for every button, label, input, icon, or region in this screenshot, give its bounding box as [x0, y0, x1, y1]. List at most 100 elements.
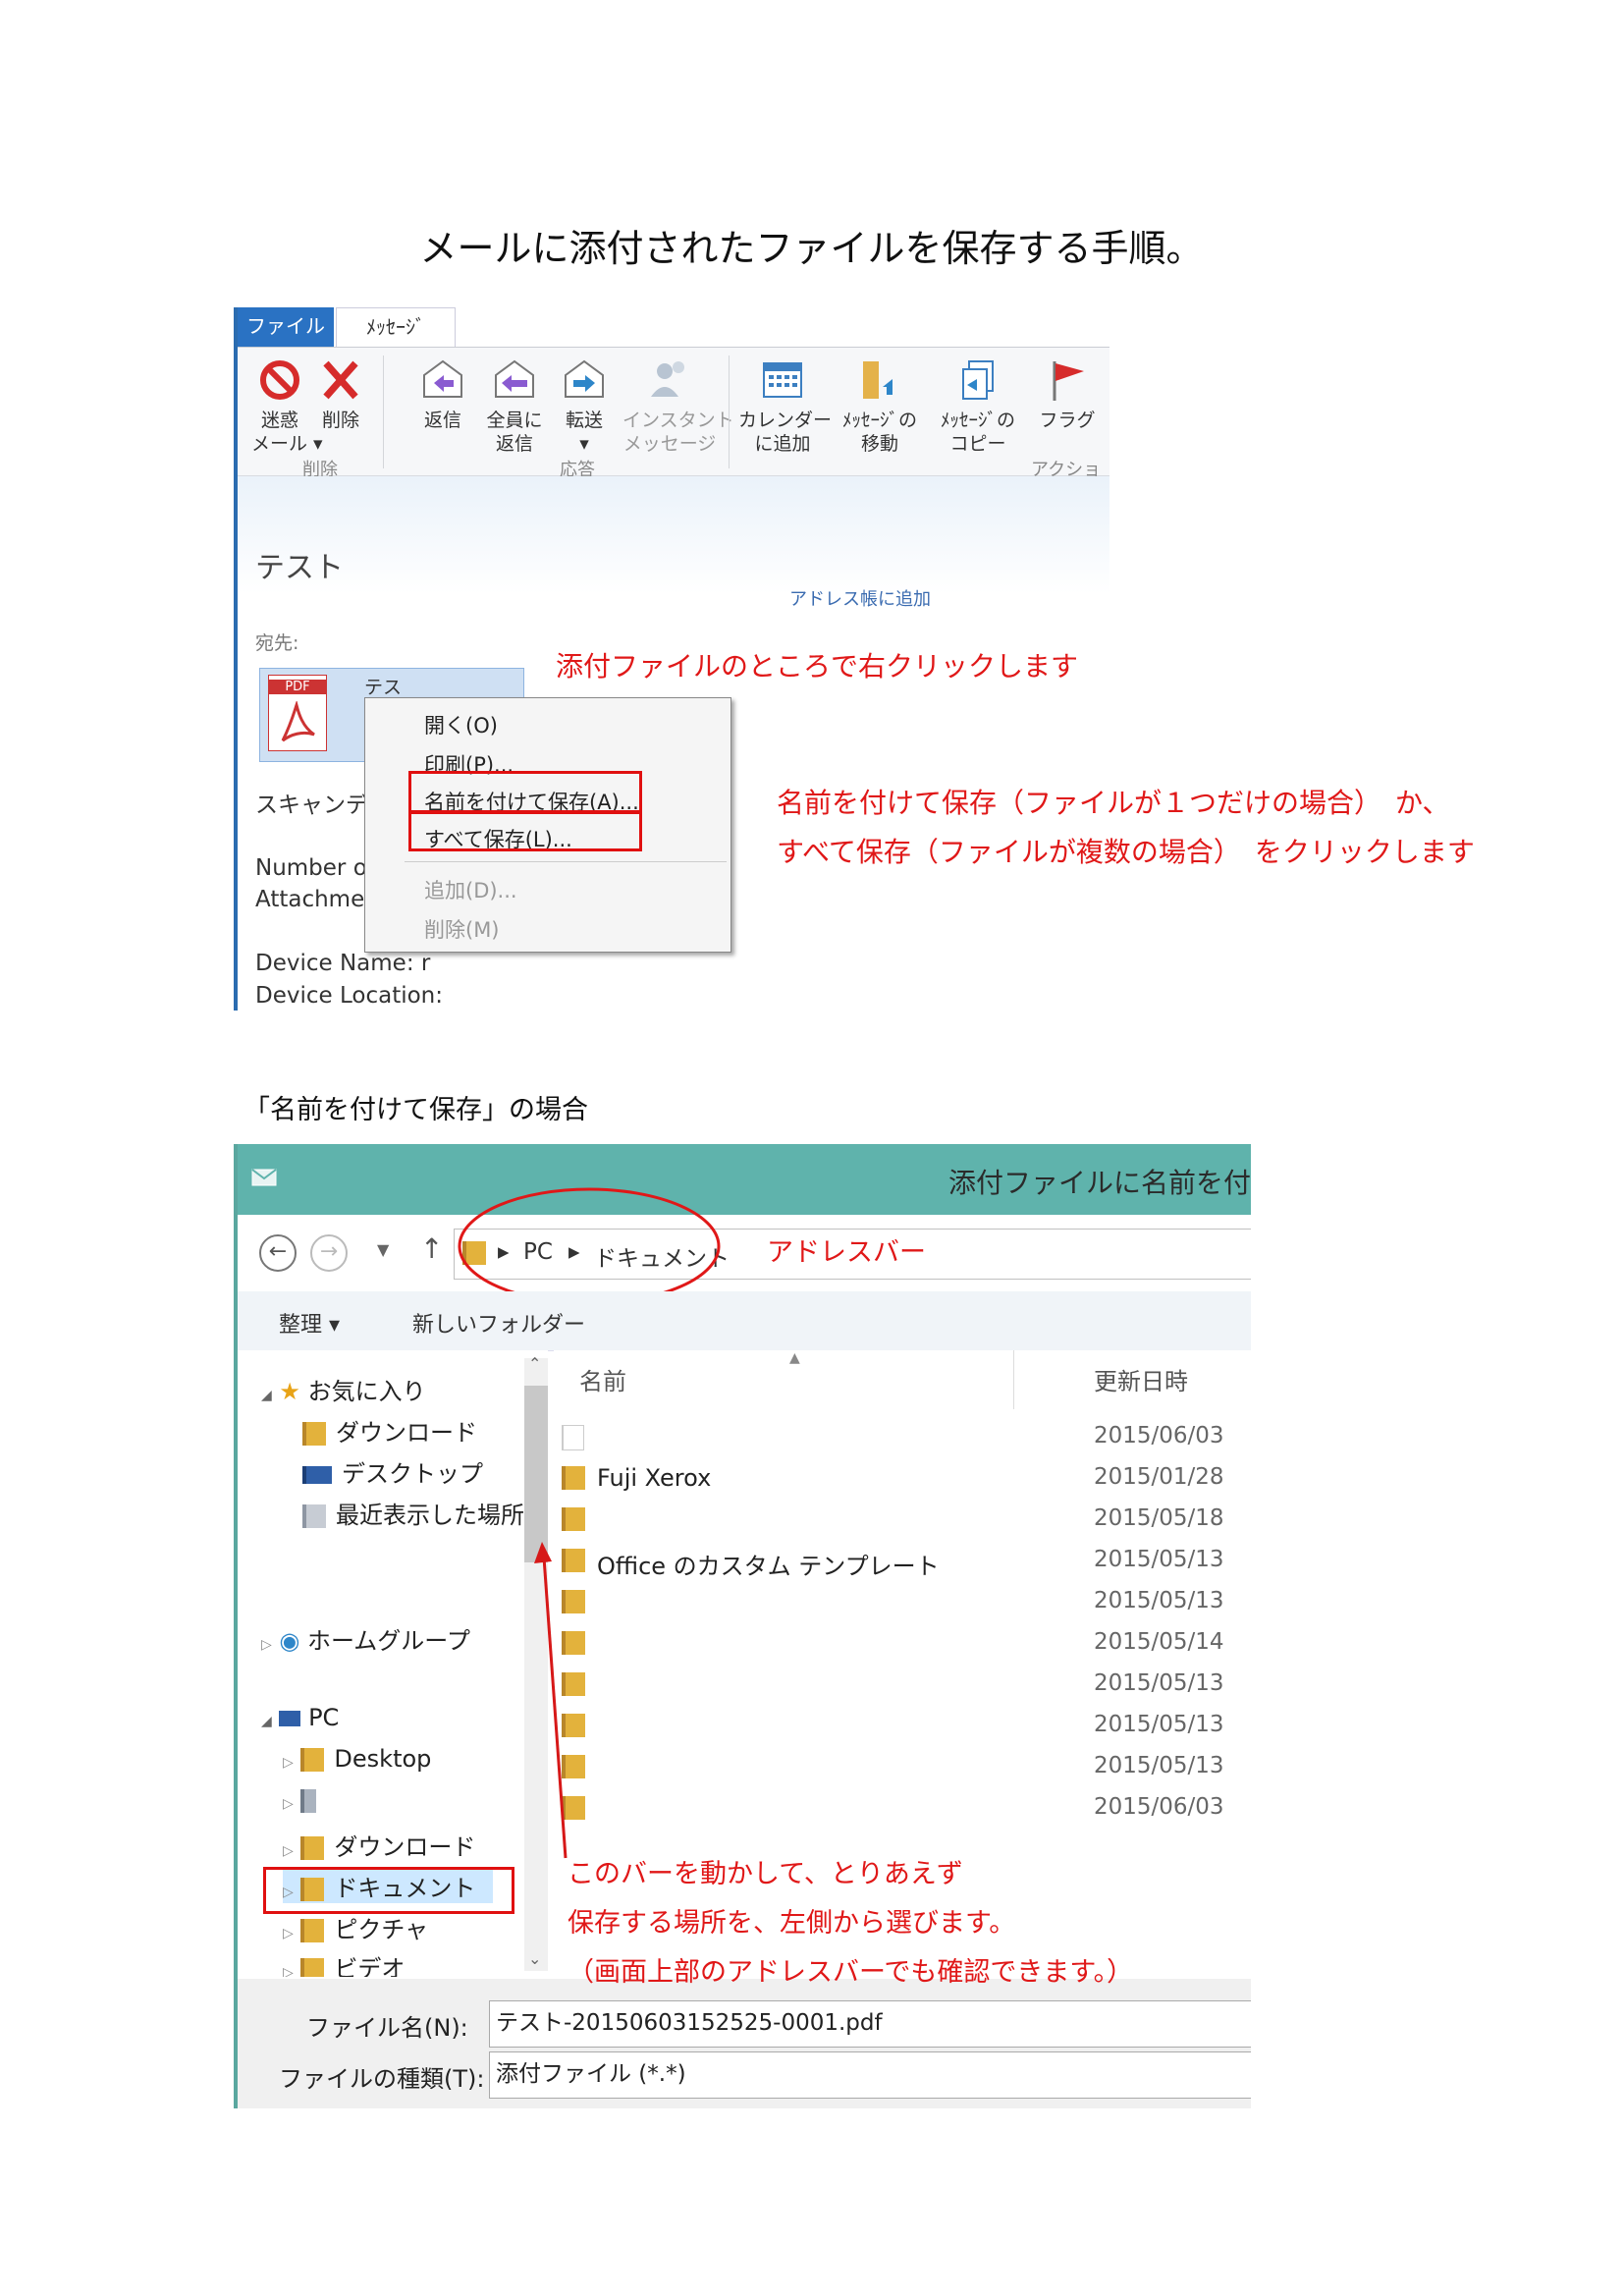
- highlight-save-all: [408, 810, 642, 851]
- nav-desktop2[interactable]: ▷ Desktop: [283, 1745, 431, 1773]
- file-date: 2015/05/18: [1094, 1505, 1224, 1531]
- file-row[interactable]: 2015/05/13: [554, 1708, 1241, 1743]
- column-date[interactable]: 更新日時: [1094, 1362, 1188, 1396]
- add-calendar-button[interactable]: カレンダー に追加: [738, 357, 832, 456]
- copy-message-button[interactable]: ﾒｯｾｰｼﾞの コピー: [931, 357, 1025, 456]
- column-name[interactable]: 名前: [579, 1362, 626, 1396]
- calendar-icon: [763, 362, 802, 398]
- file-row[interactable]: 2015/05/14: [554, 1625, 1241, 1661]
- nav-homegroup-label: ホームグループ: [307, 1627, 470, 1655]
- scroll-up-icon[interactable]: ⌃: [528, 1354, 541, 1373]
- nav-pictures[interactable]: ▷ ピクチャ: [283, 1910, 428, 1944]
- move-message-button[interactable]: ﾒｯｾｰｼﾞの 移動: [833, 357, 927, 456]
- nav-pc[interactable]: ◢ PC: [261, 1704, 339, 1731]
- body-line: スキャンデ: [255, 793, 368, 818]
- folder-icon: [562, 1466, 585, 1490]
- filename-input[interactable]: テスト-20150603152525-0001.pdf: [489, 2000, 1251, 2048]
- scroll-down-icon[interactable]: ⌄: [528, 1949, 541, 1968]
- menu-add[interactable]: 追加(D)...: [424, 875, 517, 904]
- up-arrow-icon[interactable]: ↑: [420, 1232, 443, 1265]
- pdf-icon: PDF: [268, 675, 327, 751]
- videos-folder-icon: [300, 1958, 325, 1977]
- instant-message-button[interactable]: インスタント メッセージ: [622, 357, 734, 456]
- nav-favorites-label: お気に入り: [307, 1378, 426, 1405]
- folder-move-icon: [863, 361, 893, 399]
- nav-downloads2[interactable]: ▷ ダウンロード: [283, 1828, 475, 1862]
- nav-videos[interactable]: ▷ ビデオ: [283, 1949, 405, 1977]
- star-icon: ★: [279, 1378, 300, 1405]
- note-scroll-line2: 保存する場所を、左側から選びます。: [568, 1908, 1016, 1939]
- nav-downloads2-label: ダウンロード: [334, 1833, 476, 1861]
- highlight-documents: [263, 1867, 514, 1914]
- body-line: Device Name: r: [255, 951, 431, 976]
- reply-all-label: 全員に 返信: [486, 410, 543, 455]
- calendar-label: カレンダー に追加: [738, 410, 833, 455]
- instant-label: インスタント メッセージ: [622, 410, 734, 455]
- file-date: 2015/05/13: [1094, 1753, 1224, 1778]
- desktop-folder-icon: [300, 1748, 325, 1772]
- file-date: 2015/05/13: [1094, 1588, 1224, 1613]
- reply-label: 返信: [423, 410, 461, 431]
- tab-file[interactable]: ファイル: [238, 307, 334, 347]
- group-separator: [729, 355, 730, 468]
- nav-favorites[interactable]: ◢ ★ お気に入り: [261, 1372, 426, 1406]
- body-line: Number o: [255, 855, 367, 881]
- acrobat-icon: [281, 701, 315, 742]
- copy-icon: [962, 360, 994, 400]
- filetype-select[interactable]: 添付ファイル (*.*): [489, 2051, 1251, 2099]
- menu-delete[interactable]: 削除(M): [424, 914, 500, 944]
- file-name: Office のカスタム テンプレート: [597, 1553, 940, 1580]
- junk-button[interactable]: 迷惑 メール ▾: [251, 357, 323, 456]
- nav-network-drive[interactable]: ▷: [283, 1786, 326, 1814]
- menu-separator: [405, 861, 727, 862]
- nav-homegroup[interactable]: ▷ ◉ ホームグループ: [261, 1621, 470, 1656]
- new-folder-button[interactable]: 新しいフォルダー: [412, 1307, 585, 1339]
- back-icon[interactable]: ←: [259, 1234, 297, 1272]
- navigation-bar: ← → ▼ ↑ ▸ PC ▸ ドキュメント: [238, 1215, 1251, 1291]
- file-row[interactable]: 2015/05/13: [554, 1584, 1241, 1619]
- file-row[interactable]: 2015/05/13: [554, 1667, 1241, 1702]
- file-row[interactable]: 2015/06/03: [554, 1419, 1241, 1454]
- reply-button[interactable]: 返信: [414, 357, 471, 432]
- file-row[interactable]: 2015/06/03: [554, 1790, 1241, 1826]
- file-date: 2015/05/13: [1094, 1547, 1224, 1572]
- file-row[interactable]: Office のカスタム テンプレート 2015/05/13: [554, 1543, 1241, 1580]
- nav-desktop2-label: Desktop: [334, 1745, 432, 1773]
- block-icon: [260, 360, 299, 400]
- body-line: Device Location:: [255, 983, 443, 1009]
- nav-recent[interactable]: 最近表示した場所: [302, 1496, 524, 1530]
- nav-desktop[interactable]: デスクトップ: [302, 1454, 483, 1489]
- nav-downloads[interactable]: ダウンロード: [302, 1413, 477, 1448]
- copy-label: ﾒｯｾｰｼﾞの コピー: [940, 410, 1015, 455]
- downloads-folder-icon: [302, 1422, 326, 1446]
- file-row[interactable]: 2015/05/13: [554, 1749, 1241, 1784]
- file-date: 2015/06/03: [1094, 1794, 1224, 1820]
- nav-downloads-label: ダウンロード: [336, 1419, 477, 1447]
- downloads-folder-icon: [300, 1836, 325, 1860]
- page-title: メールに添付されたファイルを保存する手順。: [419, 227, 1204, 270]
- recent-dropdown-icon[interactable]: ▼: [377, 1240, 389, 1259]
- file-date: 2015/06/03: [1094, 1423, 1224, 1449]
- file-date: 2015/01/28: [1094, 1464, 1224, 1490]
- nav-recent-label: 最近表示した場所: [336, 1502, 524, 1529]
- delete-x-icon: [323, 360, 358, 400]
- flag-button[interactable]: フラグ: [1033, 357, 1102, 432]
- menu-open[interactable]: 開く(O): [424, 710, 498, 739]
- nav-pc-label: PC: [308, 1704, 340, 1731]
- forward-nav-icon[interactable]: →: [310, 1234, 348, 1272]
- filename-label: ファイル名(N):: [306, 2014, 468, 2042]
- drive-icon: [300, 1789, 317, 1813]
- file-date: 2015/05/13: [1094, 1712, 1224, 1737]
- delete-button[interactable]: 削除: [312, 357, 369, 432]
- arrow-pointer-icon: [534, 1542, 568, 1859]
- file-row[interactable]: 2015/05/18: [554, 1502, 1241, 1537]
- file-row[interactable]: Fuji Xerox 2015/01/28: [554, 1460, 1241, 1496]
- highlight-address-ellipse: [458, 1187, 721, 1305]
- forward-button[interactable]: 転送 ▾: [556, 357, 613, 456]
- sort-arrow-icon: ▲: [789, 1350, 800, 1366]
- tab-message[interactable]: ﾒｯｾｰｼﾞ: [336, 307, 456, 348]
- scrollbar-thumb[interactable]: [524, 1386, 548, 1562]
- organize-button[interactable]: 整理 ▾: [279, 1307, 340, 1339]
- reply-all-button[interactable]: 全員に 返信: [483, 357, 546, 456]
- add-to-address-book-link[interactable]: アドレス帳に追加: [789, 585, 931, 611]
